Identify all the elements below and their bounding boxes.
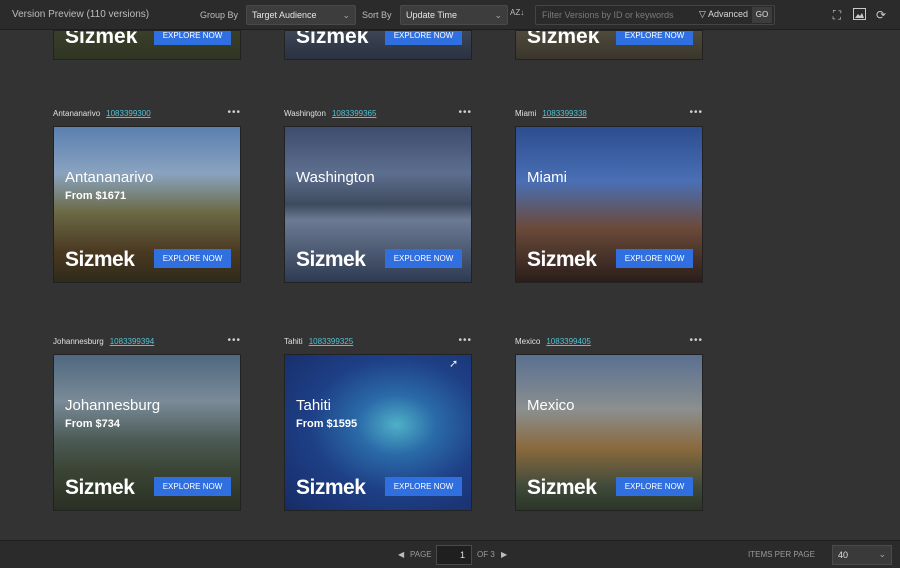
ad-city: Tahiti [296,397,332,414]
refresh-icon[interactable]: ⟳ [874,8,888,22]
version-name: Miami [515,109,537,118]
more-icon[interactable]: ••• [227,107,241,118]
ad-city: Antananarivo [65,169,154,186]
more-icon[interactable]: ••• [689,107,703,118]
sizmek-logo: Sizmek [65,248,135,271]
version-name: Mexico [515,337,541,346]
filter-input[interactable]: Filter Versions by ID or keywords ▽ Adva… [535,5,775,25]
page-count-label: OF 3 [477,550,495,559]
ad-city: Washington [296,169,375,186]
more-icon[interactable]: ••• [458,335,472,346]
explore-now-button[interactable]: EXPLORE NOW [154,31,231,45]
fullscreen-icon[interactable]: ⛶ [830,8,844,22]
group-by-select[interactable]: Target Audience ⌄ [246,5,356,25]
ad-city: Johannesburg [65,397,161,414]
filter-funnel-icon: ▽ [699,9,706,19]
chevron-down-icon: ⌄ [878,549,886,559]
more-icon[interactable]: ••• [458,107,472,118]
more-icon[interactable]: ••• [227,335,241,346]
sizmek-logo: Sizmek [527,30,600,48]
sort-by-label: Sort By [362,10,392,20]
advanced-label: Advanced [707,9,748,19]
sizmek-logo: Sizmek [527,248,597,271]
sort-direction-button[interactable]: AZ↓ [510,8,524,17]
ad-preview[interactable]: Miami Sizmek EXPLORE NOW [515,126,703,283]
advanced-filter-button[interactable]: ▽ Advanced [699,9,748,20]
explore-now-button[interactable]: EXPLORE NOW [154,477,231,496]
ad-preview[interactable]: Johannesburg From $734 Sizmek EXPLORE NO… [53,354,241,511]
ad-price: From $1671 [65,190,127,202]
version-name: Johannesburg [53,337,104,346]
page-title: Version Preview (110 versions) [12,9,150,20]
sizmek-logo: Sizmek [296,30,369,48]
mouse-cursor-icon: ➚ [449,358,459,370]
card-header: Johannesburg 1083399394 ••• [53,335,241,351]
version-name: Antananarivo [53,109,101,118]
version-id-link[interactable]: 1083399300 [106,109,151,118]
page-label: PAGE [410,550,432,559]
filter-placeholder: Filter Versions by ID or keywords [542,10,674,20]
card-header: Tahiti 1083399325 ••• [284,335,472,351]
group-by-value: Target Audience [252,10,317,20]
version-id-link[interactable]: 1083399325 [309,337,354,346]
group-by-label: Group By [200,10,239,20]
ad-price: From $734 [65,418,121,430]
sizmek-logo: Sizmek [296,476,366,499]
sizmek-logo: Sizmek [296,248,366,271]
image-icon[interactable] [852,8,866,22]
version-name: Tahiti [284,337,303,346]
version-id-link[interactable]: 1083399365 [332,109,377,118]
ad-preview[interactable]: Antananarivo From $1671 Sizmek EXPLORE N… [53,126,241,283]
ad-preview[interactable]: Sizmek EXPLORE NOW [53,30,241,60]
explore-now-button[interactable]: EXPLORE NOW [385,249,462,268]
sizmek-logo: Sizmek [65,476,135,499]
ad-city: Mexico [527,397,575,414]
chevron-down-icon: ⌄ [342,10,350,20]
explore-now-button[interactable]: EXPLORE NOW [616,31,693,45]
more-icon[interactable]: ••• [689,335,703,346]
ad-price: From $1595 [296,418,358,430]
sizmek-logo: Sizmek [65,30,138,48]
explore-now-button[interactable]: EXPLORE NOW [616,249,693,268]
ad-preview[interactable]: Sizmek EXPLORE NOW [284,30,472,60]
items-per-page-value: 40 [838,550,849,560]
explore-now-button[interactable]: EXPLORE NOW [154,249,231,268]
card-header: Miami 1083399338 ••• [515,107,703,123]
caret-left-icon[interactable]: ◀ [398,550,404,559]
items-per-page-select[interactable]: 40 ⌄ [832,545,892,565]
explore-now-button[interactable]: EXPLORE NOW [616,477,693,496]
version-name: Washington [284,109,326,118]
chevron-down-icon: ⌄ [494,10,502,20]
version-id-link[interactable]: 1083399394 [110,337,155,346]
ad-preview[interactable]: Washington Sizmek EXPLORE NOW [284,126,472,283]
caret-right-icon[interactable]: ▶ [501,550,507,559]
items-per-page-label: ITEMS PER PAGE [748,550,815,559]
card-header: Mexico 1083399405 ••• [515,335,703,351]
page-number-input[interactable]: 1 [436,545,472,565]
ad-preview[interactable]: Tahiti From $1595 Sizmek EXPLORE NOW [284,354,472,511]
card-header: Antananarivo 1083399300 ••• [53,107,241,123]
sort-by-value: Update Time [406,10,458,20]
explore-now-button[interactable]: EXPLORE NOW [385,31,462,45]
toolbar: Version Preview (110 versions) Group By … [0,0,900,30]
sizmek-logo: Sizmek [527,476,597,499]
ad-city: Miami [527,169,567,186]
go-button[interactable]: GO [752,7,772,23]
pagination-bar: ◀ PAGE 1 OF 3 ▶ ITEMS PER PAGE 40 ⌄ [0,540,900,568]
version-id-link[interactable]: 1083399338 [542,109,587,118]
ad-preview[interactable]: Sizmek EXPLORE NOW [515,30,703,60]
sort-by-select[interactable]: Update Time ⌄ [400,5,508,25]
ad-preview[interactable]: Mexico Sizmek EXPLORE NOW [515,354,703,511]
explore-now-button[interactable]: EXPLORE NOW [385,477,462,496]
version-id-link[interactable]: 1083399405 [546,337,591,346]
card-header: Washington 1083399365 ••• [284,107,472,123]
